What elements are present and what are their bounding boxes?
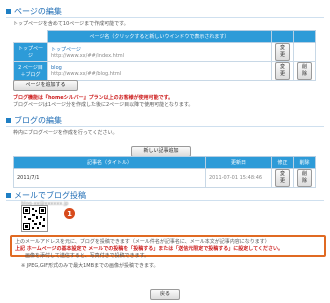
col-delete: 削除 [292,156,317,169]
blog-page-note: ブログページは1ページ分を作成した後に2ページ目以降で使用可能となります。 [13,102,194,108]
article-title[interactable]: 2011/7/1 [13,168,206,188]
divider [6,17,324,18]
delete-button[interactable]: 削除 [296,169,312,187]
callout-marker-icon: 1 [64,208,75,219]
blog-edit-title: ブログの編集 [14,116,62,125]
delete-button[interactable]: 削除 [296,62,312,80]
article-updated: 2011-07-01 15:48:46 [204,168,272,188]
table-row: 2 ページ目 ＋ブログ blog http://www.xx/##/blog.h… [13,61,317,81]
col-edit: 修正 [270,156,294,169]
blog-table: 記事名（タイトル） 更新日 修正 削除 2011/7/1 2011-07-01 … [13,156,317,188]
table-row: トップペー ジ トップページ http://www.xx/##/index.ht… [13,42,317,62]
mail-note-4: ※ JPEG,GIF形式のみで最大1MBまでの画像が投稿できます。 [21,263,159,269]
table-row: 2011/7/1 2011-07-01 15:48:46 変更 削除 [13,168,317,188]
page-edit-title: ページの編集 [14,7,62,16]
page-url: http://www.xx/##/blog.html [51,71,122,77]
page-table: ページ名（クリックすると新しいウインドウで表示されます） トップペー ジ トップ… [13,30,317,81]
callout-number: 1 [67,209,72,218]
page-url: http://www.xx/##/index.html [51,52,125,59]
divider [6,126,324,127]
mail-note-3: 画像を添付して送信すると、写真付きで投稿できます。 [25,253,150,259]
bullet-icon [6,118,11,123]
bullet-icon [6,9,11,14]
section-heading-blog-edit: ブログの編集 [6,115,62,126]
section-heading-page-edit: ページの編集 [6,6,62,17]
row-label: 2 ページ目 ＋ブログ [13,61,48,81]
col-updated: 更新日 [204,156,272,169]
edit-button[interactable]: 変更 [274,43,290,61]
page-edit-subtitle: トップページを含めて10ページまで作成可能です。 [13,21,129,27]
mail-note-2: 上記 ホームページの基本設定で メールでの投稿を「投稿する」または「送信元限定で… [15,246,283,252]
plan-note: ブログ機能は『homeシルバー』プラン以上のお客様が使用可能です。 [13,95,174,101]
edit-button[interactable]: 変更 [274,62,290,80]
edit-button[interactable]: 変更 [274,169,290,187]
qr-code-icon [21,205,48,232]
add-page-button[interactable]: ページを追加する [13,80,78,91]
page-name-link[interactable]: トップページ [51,46,268,53]
page-table-header: ページ名（クリックすると新しいウインドウで表示されます） [47,30,272,43]
blog-edit-subtitle: 枠内にブログページを作成を行ってください。 [13,130,118,136]
row-label: トップペー ジ [13,42,48,62]
mail-note-1: 上のメールアドレスを元に、ブログを投稿できます（メール件名が記事名に、メール本文… [15,239,270,245]
back-button[interactable]: 戻る [150,289,180,300]
col-title: 記事名（タイトル） [13,156,206,169]
bullet-icon [6,193,11,198]
